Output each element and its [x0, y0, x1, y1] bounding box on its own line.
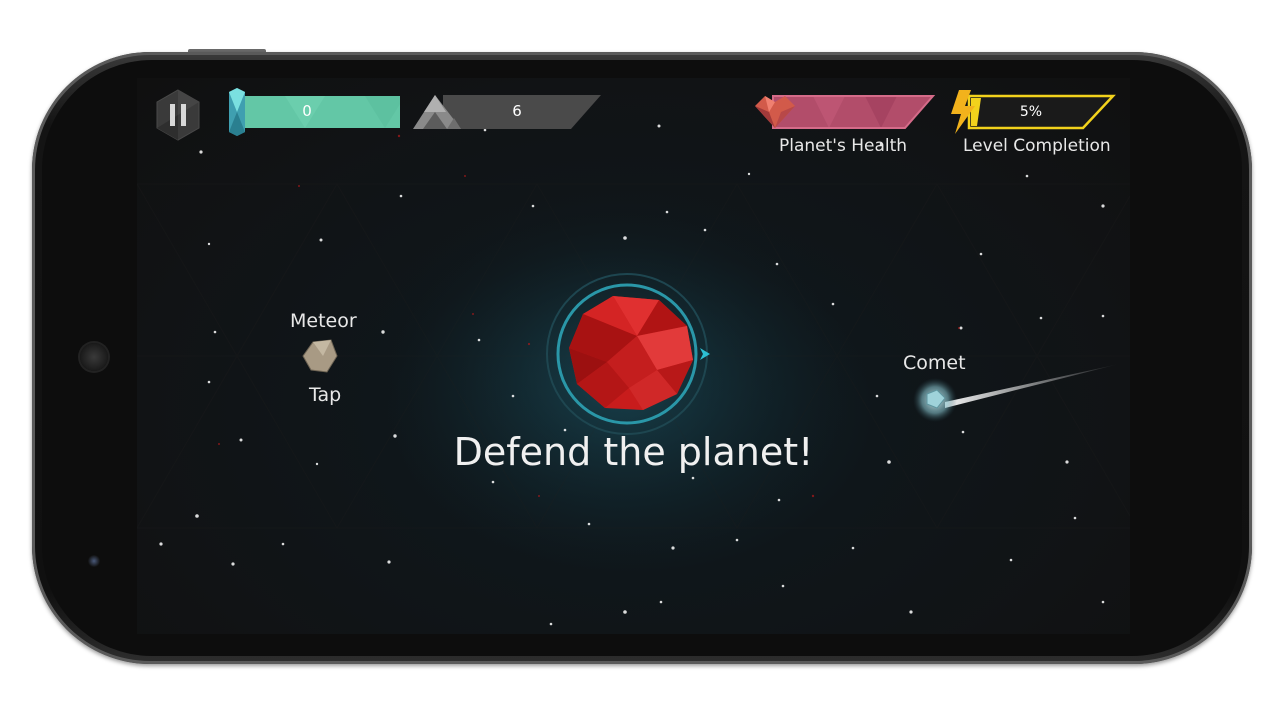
headline: Defend the planet!: [453, 430, 814, 474]
comet-label: Comet: [903, 352, 966, 374]
game-screen[interactable]: 0 6 Planet's Health 5% Level Completion …: [137, 78, 1130, 634]
meteor-label: Meteor: [290, 310, 357, 332]
shard-count: 6: [512, 102, 522, 120]
health-label: Planet's Health: [779, 136, 908, 156]
pause-button[interactable]: [153, 88, 203, 142]
pause-icon: [170, 104, 175, 126]
comet-tail: [945, 364, 1119, 408]
health-bar: [755, 95, 936, 129]
meteor-action-label: Tap: [309, 384, 342, 406]
front-camera: [88, 555, 100, 567]
crystal-count: 0: [302, 102, 312, 120]
speaker-grille: [80, 343, 108, 371]
completion-value: 5%: [1019, 104, 1043, 120]
starfield-background: [137, 124, 1130, 626]
completion-label: Level Completion: [963, 136, 1111, 156]
